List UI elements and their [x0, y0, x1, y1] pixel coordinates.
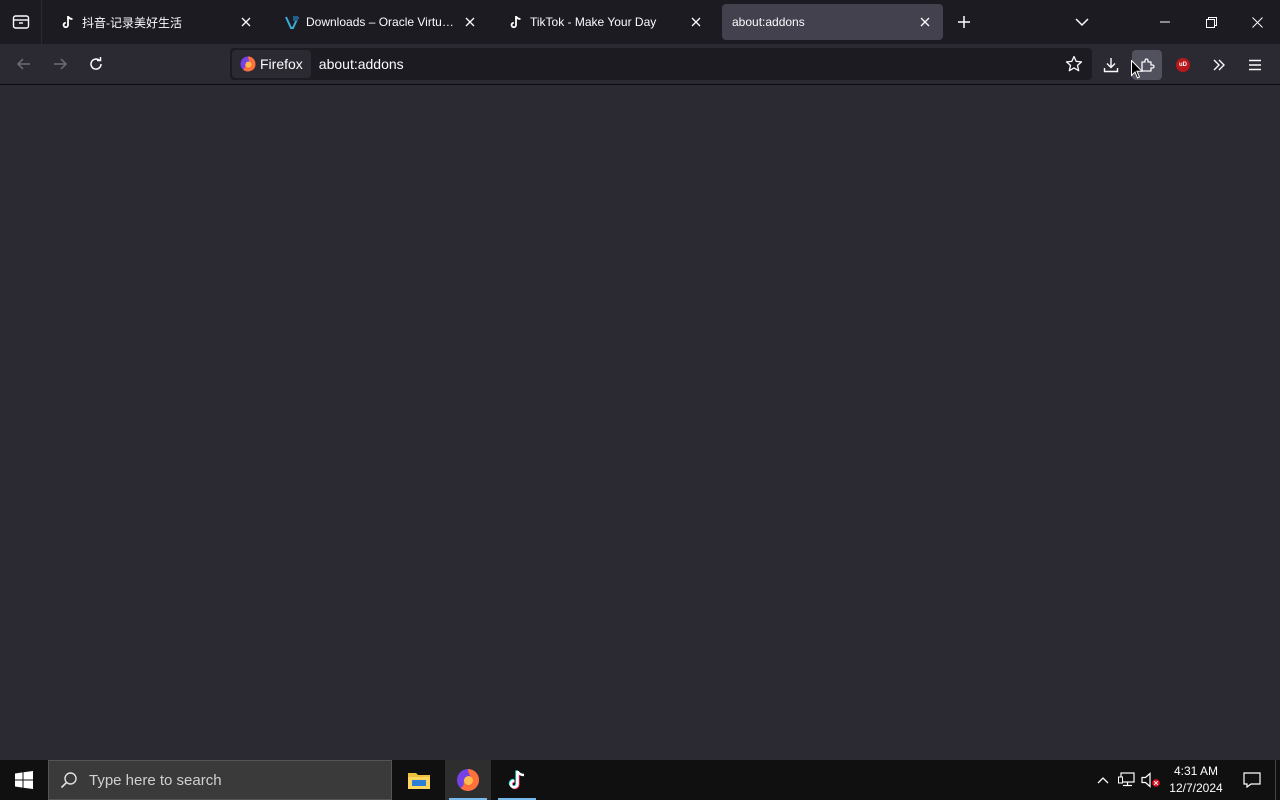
search-placeholder: Type here to search: [89, 771, 222, 789]
file-explorer-icon: [408, 773, 430, 789]
windows-taskbar: Type here to search 4:31 AM 12/7/2024: [0, 760, 1280, 800]
taskbar-file-explorer[interactable]: [396, 760, 442, 800]
ublock-origin-button[interactable]: uD: [1168, 50, 1198, 80]
plus-icon: [958, 16, 970, 28]
overflow-chevron-icon: [1213, 59, 1225, 71]
firefox-view-icon: [12, 15, 29, 29]
back-icon: [16, 58, 30, 70]
url-text[interactable]: about:addons: [319, 56, 1060, 72]
network-button[interactable]: [1116, 760, 1138, 800]
tab-label: Downloads – Oracle VirtualBox: [306, 15, 456, 29]
tab-label: about:addons: [732, 15, 805, 29]
show-desktop-button[interactable]: [1275, 760, 1280, 800]
chevron-down-icon: [1075, 18, 1089, 27]
taskbar-search-box[interactable]: Type here to search: [48, 760, 392, 800]
tab-close-icon[interactable]: [236, 12, 256, 32]
mouse-cursor-icon: [1131, 60, 1143, 79]
firefox-icon: [457, 769, 479, 791]
firefox-view-button[interactable]: [0, 0, 42, 44]
start-button[interactable]: [0, 760, 48, 800]
tab-strip: 抖音-记录美好生活 Downloads – Oracle VirtualBox …: [0, 0, 1280, 44]
reload-icon: [90, 57, 102, 70]
page-content-area: [0, 85, 1280, 760]
firefox-icon: [240, 56, 256, 72]
tab-close-icon[interactable]: [686, 12, 706, 32]
search-icon: [49, 760, 89, 800]
close-window-button[interactable]: [1234, 0, 1280, 44]
notification-icon: [1243, 772, 1261, 788]
tiktok-icon: [60, 14, 76, 30]
virtualbox-icon: [284, 14, 300, 30]
download-icon: [1103, 58, 1119, 73]
tab-about-addons[interactable]: about:addons: [722, 4, 943, 40]
windows-logo-icon: [15, 771, 33, 789]
restore-icon: [1205, 16, 1217, 28]
downloads-button[interactable]: [1096, 50, 1126, 80]
url-bar[interactable]: Firefox about:addons: [230, 48, 1092, 80]
network-icon: [1118, 772, 1135, 787]
overflow-menu-button[interactable]: [1204, 50, 1234, 80]
minimize-button[interactable]: [1142, 0, 1188, 44]
tab-close-icon[interactable]: [460, 12, 480, 32]
back-button[interactable]: [10, 50, 38, 78]
volume-muted-icon: [1141, 772, 1160, 788]
ublock-icon: uD: [1176, 58, 1190, 72]
show-hidden-icons-button[interactable]: [1092, 760, 1114, 800]
list-all-tabs-button[interactable]: [1068, 8, 1096, 36]
new-tab-button[interactable]: [950, 8, 978, 36]
chevron-up-icon: [1097, 777, 1109, 784]
forward-icon: [54, 58, 68, 70]
tab-virtualbox-downloads[interactable]: Downloads – Oracle VirtualBox: [274, 4, 488, 40]
volume-button[interactable]: [1140, 760, 1162, 800]
bookmark-star-icon: [1065, 55, 1083, 72]
minimize-icon: [1160, 21, 1170, 23]
hamburger-menu-icon: [1249, 59, 1261, 71]
tab-douyin[interactable]: 抖音-记录美好生活: [50, 4, 264, 40]
app-menu-button[interactable]: [1240, 50, 1270, 80]
tiktok-icon: [508, 770, 525, 790]
tab-tiktok[interactable]: TikTok - Make Your Day: [498, 4, 714, 40]
taskbar-tiktok[interactable]: [494, 760, 540, 800]
tiktok-icon: [508, 14, 524, 30]
reload-button[interactable]: [82, 50, 110, 78]
clock-date: 12/7/2024: [1169, 781, 1223, 795]
taskbar-firefox[interactable]: [445, 760, 491, 800]
tab-close-icon[interactable]: [915, 12, 935, 32]
forward-button[interactable]: [46, 50, 74, 78]
tab-label: TikTok - Make Your Day: [530, 15, 657, 29]
action-center-button[interactable]: [1232, 760, 1272, 800]
system-clock[interactable]: 4:31 AM 12/7/2024: [1166, 760, 1226, 800]
bookmark-button[interactable]: [1060, 50, 1088, 78]
identity-label: Firefox: [260, 56, 303, 72]
restore-button[interactable]: [1188, 0, 1234, 44]
identity-box[interactable]: Firefox: [232, 50, 311, 78]
tab-label: 抖音-记录美好生活: [82, 15, 182, 30]
close-icon: [1251, 16, 1263, 28]
clock-time: 4:31 AM: [1173, 764, 1219, 778]
navigation-toolbar: Firefox about:addons uD: [0, 44, 1280, 85]
